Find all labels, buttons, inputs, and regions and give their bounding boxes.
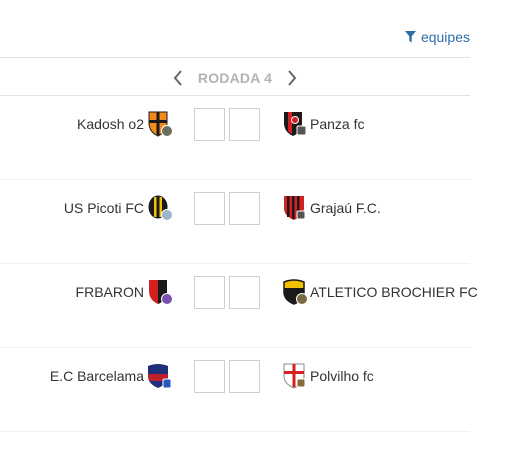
next-round-button[interactable] [284,67,300,89]
home-score-input[interactable] [194,276,225,309]
team-filter-link[interactable]: equipes [404,29,470,45]
away-score-input[interactable] [229,276,260,309]
away-team-crest [284,196,306,220]
match-row: US Picoti FC Grajaú F.C. [0,180,470,264]
home-team-name: US Picoti FC [63,200,144,216]
match-row: FRBARON ATLETICO BROCHIER FC [0,264,478,348]
away-score-input[interactable] [229,108,260,141]
home-score-input[interactable] [194,360,225,393]
round-label: RODADA 4 [197,70,273,86]
home-team-crest [148,195,173,221]
home-team-name: FRBARON [75,284,144,300]
chevron-left-icon [173,70,182,86]
home-team-crest [148,364,172,389]
away-team-crest [284,112,307,136]
away-team-crest [283,279,308,305]
home-team-crest [149,280,173,305]
round-navigation: RODADA 4 [0,64,470,92]
away-team-name: ATLETICO BROCHIER FC [310,284,478,300]
row-divider [0,431,470,432]
away-team-name: Polvilho fc [310,368,374,384]
previous-round-button[interactable] [170,67,186,89]
away-team-name: Panza fc [310,116,365,132]
away-team-crest [283,363,306,389]
chevron-right-icon [288,70,297,86]
home-team-crest [148,111,173,137]
home-team-name: E.C Barcelama [49,368,144,384]
home-score-input[interactable] [194,108,225,141]
away-team-name: Grajaú F.C. [310,200,381,216]
away-score-input[interactable] [229,192,260,225]
match-row: E.C Barcelama Polvilho fc [0,348,470,432]
away-score-input[interactable] [229,360,260,393]
match-row: Kadosh o2 Panza fc [0,96,470,180]
home-score-input[interactable] [194,192,225,225]
team-filter-label: equipes [420,29,470,45]
top-divider [0,57,470,58]
home-team-name: Kadosh o2 [77,116,144,132]
filter-icon [404,31,416,43]
